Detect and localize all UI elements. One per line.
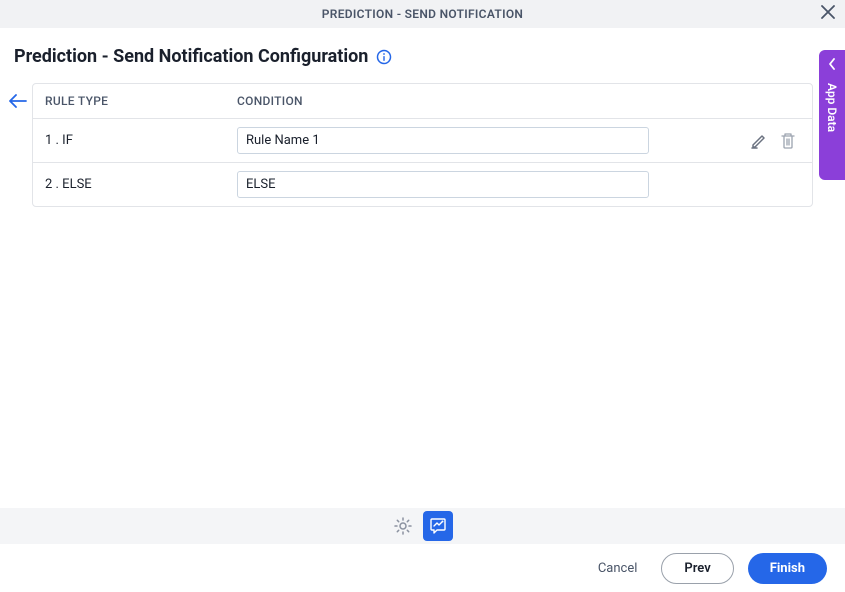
th-rule-type: RULE TYPE [45,94,237,108]
delete-icon[interactable] [780,132,796,150]
table-row: 2 . ELSE [33,162,812,206]
close-icon[interactable] [821,5,835,23]
prev-button[interactable]: Prev [661,553,733,584]
back-arrow-icon[interactable] [8,93,28,112]
rules-table: RULE TYPE CONDITION 1 . IF 2 . ELSE [32,83,813,207]
gear-icon[interactable] [393,516,413,536]
footer: Cancel Prev Finish [0,544,845,592]
edit-icon[interactable] [750,132,768,150]
condition-input[interactable] [237,127,649,154]
rule-type-cell: 2 . ELSE [45,177,237,192]
top-bar: PREDICTION - SEND NOTIFICATION [0,0,845,28]
side-tab-label: App Data [825,83,839,132]
top-bar-title: PREDICTION - SEND NOTIFICATION [322,7,523,21]
chevron-left-icon [828,58,836,73]
toolbar [0,508,845,544]
info-icon[interactable] [376,49,392,65]
chart-icon[interactable] [423,511,453,541]
page-title: Prediction - Send Notification Configura… [14,46,368,67]
side-tab-app-data[interactable]: App Data [819,50,845,180]
condition-input[interactable] [237,171,649,198]
table-row: 1 . IF [33,118,812,162]
cancel-button[interactable]: Cancel [588,555,648,582]
rule-type-cell: 1 . IF [45,133,237,148]
th-condition: CONDITION [237,94,303,108]
page-title-row: Prediction - Send Notification Configura… [0,28,845,83]
finish-button[interactable]: Finish [748,553,827,584]
table-header: RULE TYPE CONDITION [33,84,812,118]
